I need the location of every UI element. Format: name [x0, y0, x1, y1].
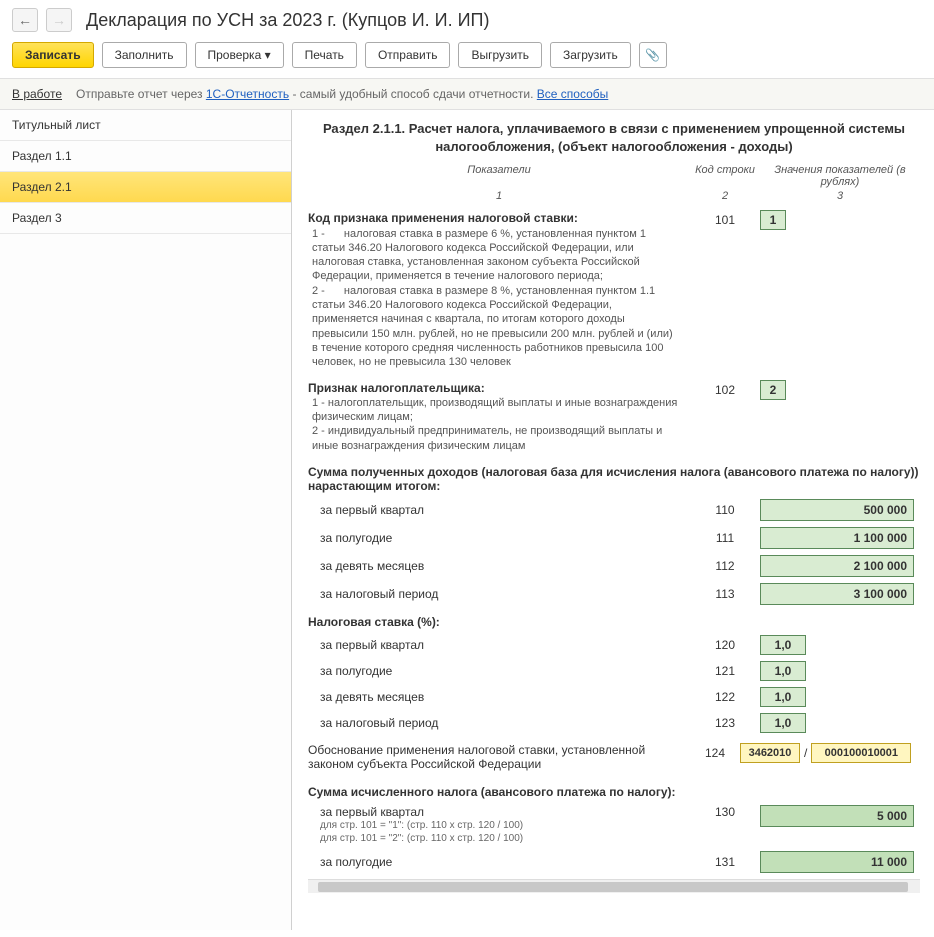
- upload-button[interactable]: Выгрузить: [458, 42, 542, 68]
- sidebar-item-title-page[interactable]: Титульный лист: [0, 110, 291, 141]
- row-124: Обоснование применения налоговой ставки,…: [308, 743, 920, 771]
- horizontal-scrollbar[interactable]: [308, 879, 920, 893]
- input-120[interactable]: 1,0: [760, 635, 806, 655]
- print-button[interactable]: Печать: [292, 42, 357, 68]
- scrollbar-thumb[interactable]: [318, 882, 908, 892]
- paperclip-icon: 📎: [645, 48, 660, 62]
- column-headers: Показатели Код строки Значения показател…: [308, 164, 920, 188]
- column-numbers: 1 2 3: [308, 190, 920, 202]
- input-102[interactable]: 2: [760, 380, 786, 400]
- status-bar: В работе Отправьте отчет через 1С-Отчетн…: [0, 78, 934, 110]
- input-124-b[interactable]: 000100010001: [811, 743, 911, 763]
- rate-header: Налоговая ставка (%):: [308, 615, 920, 629]
- page-title: Декларация по УСН за 2023 г. (Купцов И. …: [86, 10, 489, 31]
- send-button[interactable]: Отправить: [365, 42, 451, 68]
- toolbar: Записать Заполнить Проверка ▾ Печать Отп…: [0, 36, 934, 78]
- content-panel: Раздел 2.1.1. Расчет налога, уплачиваемо…: [292, 110, 934, 930]
- sidebar-item-section-3[interactable]: Раздел 3: [0, 203, 291, 234]
- download-button[interactable]: Загрузить: [550, 42, 631, 68]
- input-113[interactable]: 3 100 000: [760, 583, 914, 605]
- input-110[interactable]: 500 000: [760, 499, 914, 521]
- row-130: за первый квартал для стр. 101 = "1": (с…: [308, 805, 920, 845]
- forward-button[interactable]: →: [46, 8, 72, 32]
- row-102: Признак налогоплательщика: 1 - налогопла…: [308, 380, 920, 453]
- row-101-code: 101: [690, 210, 760, 227]
- link-1c-report[interactable]: 1С-Отчетность: [206, 87, 289, 101]
- chevron-down-icon: ▾: [265, 48, 271, 62]
- input-124-a[interactable]: 3462010: [740, 743, 800, 763]
- row-111: за полугодие 111 1 100 000: [308, 527, 920, 549]
- sidebar-item-section-1-1[interactable]: Раздел 1.1: [0, 141, 291, 172]
- input-101[interactable]: 1: [760, 210, 786, 230]
- attach-button[interactable]: 📎: [639, 42, 667, 68]
- row-112: за девять месяцев 112 2 100 000: [308, 555, 920, 577]
- sidebar: Титульный лист Раздел 1.1 Раздел 2.1 Раз…: [0, 110, 292, 930]
- input-130[interactable]: 5 000: [760, 805, 914, 827]
- tax-header: Сумма исчисленного налога (авансового пл…: [308, 785, 920, 799]
- save-button[interactable]: Записать: [12, 42, 94, 68]
- input-122[interactable]: 1,0: [760, 687, 806, 707]
- row-101-label: Код признака применения налоговой ставки…: [308, 211, 578, 225]
- income-header: Сумма полученных доходов (налоговая база…: [308, 465, 920, 493]
- input-123[interactable]: 1,0: [760, 713, 806, 733]
- link-all-ways[interactable]: Все способы: [537, 87, 609, 101]
- back-button[interactable]: ←: [12, 8, 38, 32]
- row-101: Код признака применения налоговой ставки…: [308, 210, 920, 369]
- row-113: за налоговый период 113 3 100 000: [308, 583, 920, 605]
- check-button[interactable]: Проверка ▾: [195, 42, 284, 68]
- row-120: за первый квартал 120 1,0: [308, 635, 920, 655]
- status-text: Отправьте отчет через 1С-Отчетность - са…: [76, 87, 608, 101]
- sidebar-item-section-2-1[interactable]: Раздел 2.1: [0, 172, 291, 203]
- row-102-code: 102: [690, 380, 760, 397]
- row-110: за первый квартал 110 500 000: [308, 499, 920, 521]
- status-label[interactable]: В работе: [12, 87, 62, 101]
- input-111[interactable]: 1 100 000: [760, 527, 914, 549]
- section-title: Раздел 2.1.1. Расчет налога, уплачиваемо…: [308, 120, 920, 156]
- row-122: за девять месяцев 122 1,0: [308, 687, 920, 707]
- row-121: за полугодие 121 1,0: [308, 661, 920, 681]
- input-121[interactable]: 1,0: [760, 661, 806, 681]
- row-102-label: Признак налогоплательщика:: [308, 381, 485, 395]
- input-112[interactable]: 2 100 000: [760, 555, 914, 577]
- row-123: за налоговый период 123 1,0: [308, 713, 920, 733]
- row-131: за полугодие 131 11 000: [308, 851, 920, 873]
- fill-button[interactable]: Заполнить: [102, 42, 187, 68]
- input-131[interactable]: 11 000: [760, 851, 914, 873]
